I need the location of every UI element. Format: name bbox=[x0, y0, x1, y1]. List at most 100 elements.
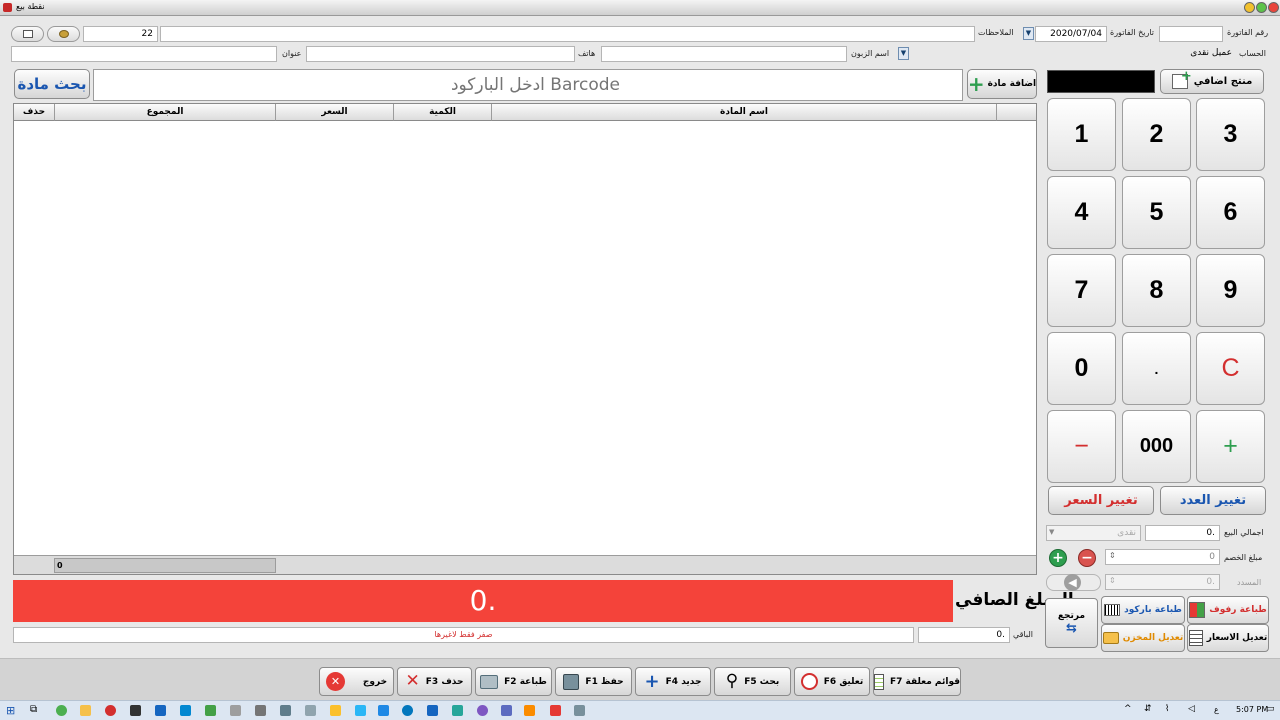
suspend-button[interactable]: تعليق F6 bbox=[794, 667, 870, 696]
language-indicator[interactable]: ع bbox=[1214, 705, 1219, 714]
return-button[interactable]: مرتجع ⇆ bbox=[1045, 598, 1098, 648]
key-000[interactable]: 000 bbox=[1122, 410, 1191, 483]
discount-spinner-icon[interactable]: ⇕ bbox=[1109, 551, 1116, 560]
search-product-button[interactable]: بحث مادة bbox=[14, 69, 90, 99]
delete-button[interactable]: حذف F3 ✕ bbox=[397, 667, 472, 696]
app-icon-13[interactable] bbox=[477, 705, 488, 716]
account-field[interactable]: عميل نقدى bbox=[911, 46, 1236, 62]
paid-back-button[interactable]: ◀ bbox=[1046, 574, 1101, 591]
key-clear[interactable]: C bbox=[1196, 332, 1265, 405]
app-icon-5[interactable] bbox=[280, 705, 291, 716]
plus-icon: + bbox=[644, 670, 660, 692]
key-6[interactable]: 6 bbox=[1196, 176, 1265, 249]
key-2[interactable]: 2 bbox=[1122, 98, 1191, 171]
key-1[interactable]: 1 bbox=[1047, 98, 1116, 171]
app-icon-3[interactable] bbox=[230, 705, 241, 716]
money-button[interactable] bbox=[47, 26, 80, 42]
extra-product-button[interactable]: منتج اضافي + bbox=[1160, 69, 1264, 94]
barcode-input[interactable] bbox=[93, 69, 963, 101]
payment-type-dropdown-icon[interactable]: ▼ bbox=[1049, 528, 1054, 536]
column-header-total[interactable]: المجموع bbox=[55, 104, 276, 121]
payment-type-select[interactable]: نقدى bbox=[1046, 525, 1141, 541]
discount-plus-button[interactable]: + bbox=[1049, 549, 1067, 567]
app-icon-10[interactable] bbox=[402, 705, 413, 716]
key-5[interactable]: 5 bbox=[1122, 176, 1191, 249]
add-product-button[interactable]: اضافة مادة + bbox=[967, 69, 1037, 99]
close-window-button[interactable] bbox=[1268, 2, 1279, 13]
app-icon-7[interactable] bbox=[330, 705, 341, 716]
minimize-button[interactable] bbox=[1244, 2, 1255, 13]
notification-icon[interactable]: ▭ bbox=[1266, 704, 1275, 714]
app-icon-11[interactable] bbox=[427, 705, 438, 716]
customer-name-field[interactable] bbox=[601, 46, 847, 62]
phone-field[interactable] bbox=[306, 46, 575, 62]
mail-icon[interactable] bbox=[155, 705, 166, 716]
date-dropdown-icon[interactable]: ▼ bbox=[1023, 27, 1034, 40]
chrome-icon[interactable] bbox=[56, 705, 67, 716]
new-button[interactable]: جديد F4 + bbox=[635, 667, 711, 696]
pending-lists-button[interactable]: قوائم معلقة F7 bbox=[873, 667, 961, 696]
file-explorer-icon[interactable] bbox=[80, 705, 91, 716]
key-minus[interactable]: − bbox=[1047, 410, 1116, 483]
save-label: حفظ F1 bbox=[585, 676, 624, 687]
app-icon-8[interactable] bbox=[355, 705, 366, 716]
app-icon-16[interactable] bbox=[550, 705, 561, 716]
key-plus[interactable]: + bbox=[1196, 410, 1265, 483]
search-label: بحث F5 bbox=[744, 676, 780, 687]
save-button[interactable]: حفظ F1 bbox=[555, 667, 632, 696]
key-0[interactable]: 0 bbox=[1047, 332, 1116, 405]
invoice-date-field[interactable]: 2020/07/04 bbox=[1035, 26, 1107, 42]
paid-field[interactable]: 0. bbox=[1105, 574, 1220, 590]
column-header-qty[interactable]: الكمية bbox=[394, 104, 492, 121]
app-icon-6[interactable] bbox=[305, 705, 316, 716]
price-list-icon bbox=[1188, 630, 1203, 646]
column-header-name[interactable]: اسم المادة bbox=[492, 104, 997, 121]
customer-dropdown-icon[interactable]: ▼ bbox=[898, 47, 909, 60]
maximize-button[interactable] bbox=[1256, 2, 1267, 13]
app-icon-4[interactable] bbox=[255, 705, 266, 716]
key-9[interactable]: 9 bbox=[1196, 254, 1265, 327]
remaining-field: 0. bbox=[918, 627, 1010, 643]
address-field[interactable] bbox=[11, 46, 277, 62]
key-decimal[interactable]: . bbox=[1122, 332, 1191, 405]
print-barcode-button[interactable]: طباعة باركود bbox=[1101, 596, 1185, 624]
exit-button[interactable]: خروج ✕ bbox=[319, 667, 394, 696]
change-price-button[interactable]: تغيير السعر bbox=[1048, 486, 1154, 515]
store-icon[interactable] bbox=[130, 705, 141, 716]
app-icon-14[interactable] bbox=[501, 705, 512, 716]
app-icon-1[interactable] bbox=[180, 705, 191, 716]
key-3[interactable]: 3 bbox=[1196, 98, 1265, 171]
app-icon-12[interactable] bbox=[452, 705, 463, 716]
notes-field[interactable] bbox=[160, 26, 975, 42]
key-7[interactable]: 7 bbox=[1047, 254, 1116, 327]
wifi-icon[interactable]: ⌇ bbox=[1165, 704, 1169, 714]
chevron-up-icon[interactable]: ^ bbox=[1124, 704, 1132, 714]
app-icon-9[interactable] bbox=[378, 705, 389, 716]
clock-time[interactable]: 5:07 PM bbox=[1236, 705, 1268, 714]
edit-store-button[interactable]: تعديل المخزن bbox=[1101, 624, 1185, 652]
network-icon[interactable]: ⇵ bbox=[1144, 704, 1152, 714]
change-qty-button[interactable]: تغيير العدد bbox=[1160, 486, 1266, 515]
windows-start-icon[interactable]: ⊞ bbox=[6, 704, 15, 717]
search-button[interactable]: بحث F5 ⚲ bbox=[714, 667, 791, 696]
print-shelves-button[interactable]: طباعة رفوف bbox=[1187, 596, 1269, 624]
print-button[interactable]: طباعة F2 bbox=[475, 667, 552, 696]
column-header-price[interactable]: السعر bbox=[276, 104, 394, 121]
key-8[interactable]: 8 bbox=[1122, 254, 1191, 327]
paid-spinner-icon[interactable]: ⇕ bbox=[1109, 576, 1116, 585]
return-label: مرتجع bbox=[1057, 611, 1086, 621]
volume-icon[interactable]: ◁ bbox=[1188, 704, 1195, 714]
app-icon-2[interactable] bbox=[205, 705, 216, 716]
task-view-icon[interactable]: ⧉ bbox=[30, 704, 37, 715]
column-header-delete[interactable]: حذف bbox=[14, 104, 55, 121]
edit-prices-button[interactable]: تعديل الاسعار bbox=[1187, 624, 1269, 652]
key-4[interactable]: 4 bbox=[1047, 176, 1116, 249]
app-icon-17[interactable] bbox=[574, 705, 585, 716]
discount-minus-button[interactable]: − bbox=[1078, 549, 1096, 567]
folder-icon bbox=[1102, 632, 1119, 644]
opera-icon[interactable] bbox=[105, 705, 116, 716]
app-icon-15[interactable] bbox=[524, 705, 535, 716]
discount-field[interactable]: 0 bbox=[1105, 549, 1220, 565]
calculator-button[interactable] bbox=[11, 26, 44, 42]
invoice-number-field[interactable] bbox=[1159, 26, 1223, 42]
